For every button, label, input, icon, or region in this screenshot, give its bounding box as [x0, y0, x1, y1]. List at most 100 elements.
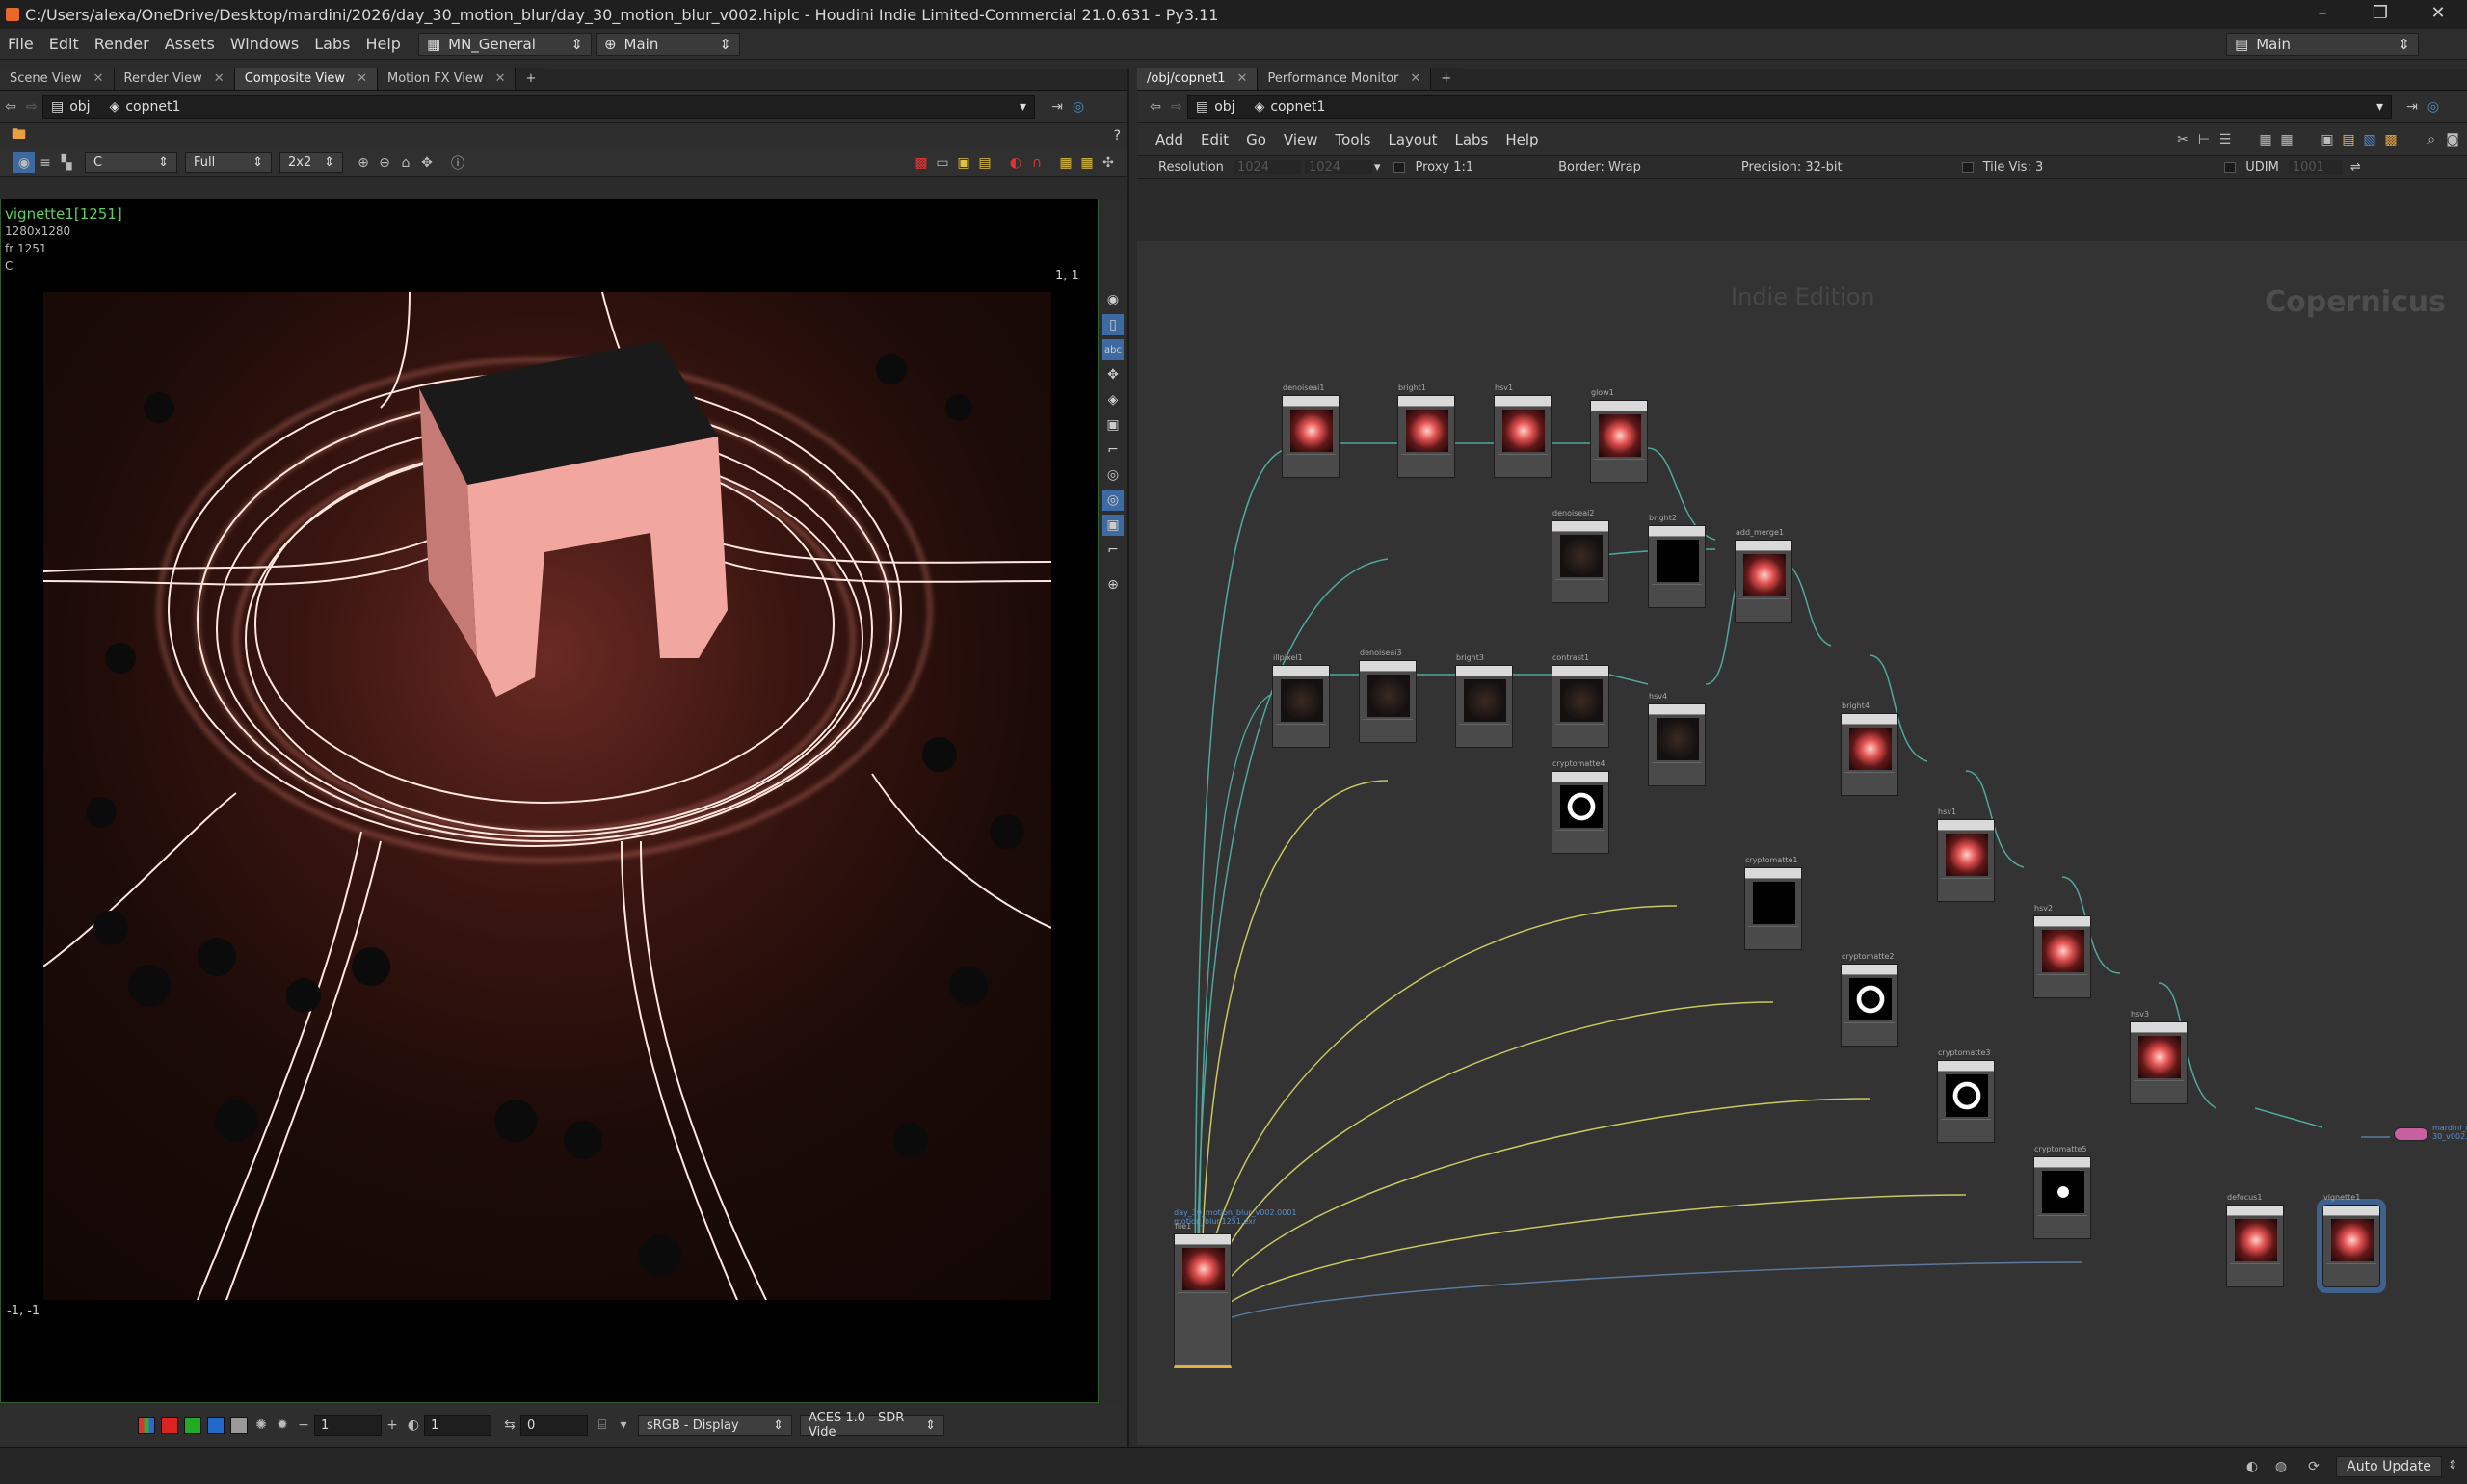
resolution-combo[interactable]: Full ⇕	[185, 151, 272, 173]
cop-node[interactable]: glow1	[1590, 388, 1648, 483]
blue-channel-icon[interactable]	[207, 1417, 225, 1434]
menu-windows[interactable]: Windows	[223, 35, 306, 53]
path-node[interactable]: copnet1	[125, 99, 1020, 115]
forward-icon[interactable]: ⇨	[1166, 96, 1187, 118]
cop-node[interactable]: hsv1	[1937, 808, 1995, 902]
cop-node[interactable]: bright2	[1648, 514, 1706, 608]
channel-combo[interactable]: C ⇕	[85, 151, 177, 173]
lut-icon[interactable]: ⌸	[592, 1415, 613, 1436]
rgb-channel-icon[interactable]	[138, 1417, 155, 1434]
compare-icon[interactable]: ▣	[953, 152, 974, 173]
camera-icon[interactable]: ◙	[2442, 129, 2463, 150]
tile-vis-checkbox[interactable]	[1961, 161, 1974, 173]
cop-node[interactable]: bright3	[1455, 653, 1513, 748]
grid-icon[interactable]: ▦	[1055, 152, 1076, 173]
menu-render[interactable]: Render	[87, 35, 157, 53]
menu-tools[interactable]: Tools	[1327, 131, 1380, 148]
search-icon[interactable]: ⌕	[2421, 129, 2442, 150]
frame-icon[interactable]: ✥	[416, 152, 438, 173]
cop-node[interactable]: hsv1	[1494, 384, 1552, 478]
auto-update-button[interactable]: Auto Update	[2336, 1456, 2442, 1477]
display-mode-icon[interactable]: ◉	[13, 151, 35, 173]
cop-node[interactable]: bright1	[1397, 384, 1455, 478]
image-viewport[interactable]: vignette1[1251] 1280x1280 fr 1251 C 1, 1…	[0, 199, 1099, 1403]
eye-icon[interactable]: ◉	[1102, 289, 1124, 310]
cop-node[interactable]: hsv2	[2033, 904, 2091, 998]
menu-add[interactable]: Add	[1147, 131, 1192, 148]
close-icon[interactable]: ✕	[93, 71, 104, 86]
menu-layout[interactable]: Layout	[1379, 131, 1446, 148]
fullscreen-icon[interactable]: ✣	[1098, 152, 1119, 173]
menu-labs[interactable]: Labs	[1446, 131, 1497, 148]
menu-edit[interactable]: Edit	[41, 35, 87, 53]
tab-scene-view[interactable]: Scene View ✕	[0, 68, 115, 90]
cop-node[interactable]: denoiseai2	[1552, 509, 1609, 603]
path-obj[interactable]: obj	[1214, 99, 1234, 115]
cop-node[interactable]: denoiseai1	[1282, 384, 1340, 478]
menu-help[interactable]: Help	[358, 35, 408, 53]
menu-file[interactable]: File	[0, 35, 41, 53]
image-icon[interactable]: ▣	[2317, 129, 2338, 150]
select-icon[interactable]: ▯	[1102, 314, 1124, 335]
tab-performance-monitor[interactable]: Performance Monitor ✕	[1258, 68, 1432, 90]
sticky-note-icon[interactable]: ▤	[2338, 129, 2359, 150]
res-y-field[interactable]: 1024	[1304, 160, 1372, 174]
cop-node[interactable]: vignette1	[2322, 1193, 2380, 1287]
red-channel-icon[interactable]	[161, 1417, 178, 1434]
close-button[interactable]: ✕	[2409, 0, 2467, 29]
magnet-icon[interactable]: ∩	[1026, 152, 1048, 173]
zoom-out-icon[interactable]: ⊖	[374, 152, 395, 173]
rop-output-node[interactable]	[2394, 1127, 2428, 1141]
path-field[interactable]: ▤ obj ◈ copnet1 ▾	[1187, 94, 2392, 119]
decrement-icon[interactable]: −	[293, 1415, 314, 1436]
proxy-checkbox[interactable]	[1393, 161, 1406, 173]
close-icon[interactable]: ✕	[1410, 71, 1420, 86]
link-icon[interactable]: ◎	[2423, 96, 2444, 118]
cop-node[interactable]: contrast1	[1552, 653, 1609, 748]
exposure-field[interactable]: 1	[314, 1415, 382, 1436]
info-icon[interactable]: ⓘ	[447, 152, 468, 173]
chevron-down-icon[interactable]: ▾	[1374, 160, 1381, 174]
tab-composite-view[interactable]: Composite View ✕	[234, 68, 378, 90]
grid-view-icon[interactable]: ▦	[2255, 129, 2276, 150]
add-tab-button[interactable]: +	[1431, 68, 1462, 90]
increment-icon[interactable]: +	[382, 1415, 403, 1436]
cop-node[interactable]: denoiseai3	[1359, 649, 1417, 743]
context-selector[interactable]: ⊕ Main ⇕	[595, 32, 740, 56]
chevron-updown-icon[interactable]: ⇕	[2448, 1458, 2457, 1471]
camera-icon[interactable]: ◎	[1102, 490, 1124, 511]
desktop-selector[interactable]: ▦ MN_General ⇕	[417, 32, 592, 56]
udim-field[interactable]: 1001	[2288, 160, 2343, 174]
move-icon[interactable]: ✥	[1102, 364, 1124, 385]
exposure-icon[interactable]: ✺	[251, 1415, 272, 1436]
cop-node[interactable]: bright4	[1841, 702, 1898, 796]
sequence-icon[interactable]: ▭	[932, 152, 953, 173]
tree-icon[interactable]: ⊢	[2193, 129, 2215, 150]
cop-node[interactable]: illpixel1	[1272, 653, 1330, 748]
table-view-icon[interactable]: ▦	[2276, 129, 2297, 150]
crop-icon[interactable]: ▣	[1102, 414, 1124, 436]
path-node[interactable]: copnet1	[1270, 99, 2376, 115]
back-icon[interactable]: ⇦	[1145, 96, 1166, 118]
guide-icon[interactable]: ⌐	[1102, 540, 1124, 561]
film-icon[interactable]: ▤	[974, 152, 995, 173]
cop-node[interactable]: hsv3	[2130, 1010, 2188, 1104]
performance-icon[interactable]: ◐	[2242, 1456, 2263, 1477]
offset-field[interactable]: 0	[520, 1415, 588, 1436]
render-icon[interactable]: ◐	[1005, 152, 1026, 173]
refresh-icon[interactable]: ⇌	[2350, 160, 2361, 174]
menu-labs[interactable]: Labs	[306, 35, 358, 53]
back-icon[interactable]: ⇦	[0, 96, 21, 118]
tile-combo[interactable]: 2x2 ⇕	[279, 151, 343, 173]
safe-area-icon[interactable]: ▣	[1102, 515, 1124, 536]
chat-icon[interactable]: ◍	[2270, 1456, 2292, 1477]
histogram-icon[interactable]: ▚	[56, 152, 77, 173]
gamma-icon[interactable]: ◐	[403, 1415, 424, 1436]
pin-icon[interactable]: ⇥	[2401, 96, 2423, 118]
alpha-channel-icon[interactable]	[230, 1417, 248, 1434]
link-icon[interactable]: ◎	[1068, 96, 1089, 118]
cop-node[interactable]: defocus1	[2226, 1193, 2284, 1287]
offset-icon[interactable]: ⇆	[499, 1415, 520, 1436]
udim-checkbox[interactable]	[2224, 161, 2237, 173]
res-x-field[interactable]: 1024	[1233, 160, 1301, 174]
